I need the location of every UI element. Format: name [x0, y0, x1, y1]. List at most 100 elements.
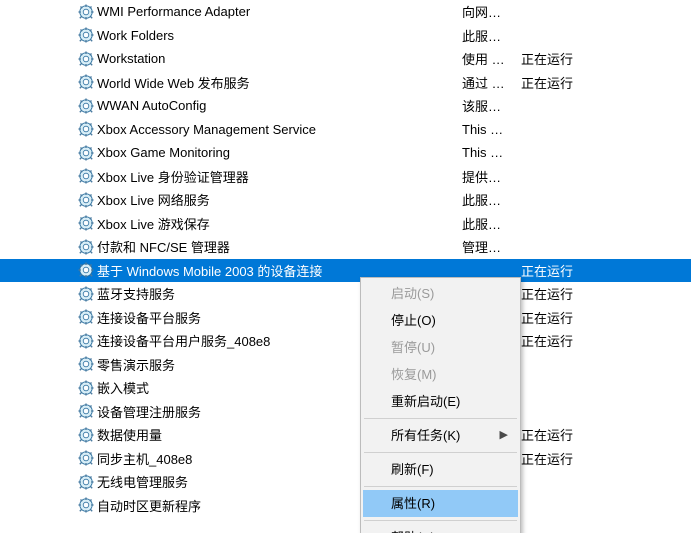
service-row[interactable]: 连接设备平台用户服务_408e8正在运行 — [0, 329, 691, 353]
service-gear-icon — [78, 121, 94, 137]
service-icon-cell — [0, 356, 97, 372]
service-icon-cell — [0, 380, 97, 396]
service-description: 向网… — [462, 2, 521, 21]
service-row[interactable]: 基于 Windows Mobile 2003 的设备连接正在运行 — [0, 259, 691, 283]
service-gear-icon — [78, 309, 94, 325]
service-gear-icon — [78, 98, 94, 114]
service-status: 正在运行 — [521, 261, 691, 280]
menu-separator — [364, 486, 517, 487]
context-menu: 启动(S) 停止(O) 暂停(U) 恢复(M) 重新启动(E) 所有任务(K) … — [360, 277, 521, 533]
menu-restart[interactable]: 重新启动(E) — [363, 388, 518, 415]
service-name: Work Folders — [97, 28, 462, 43]
service-row[interactable]: 无线电管理服务 — [0, 470, 691, 494]
service-row[interactable]: World Wide Web 发布服务通过 …正在运行 — [0, 71, 691, 95]
service-row[interactable]: Work Folders此服… — [0, 24, 691, 48]
service-name: Xbox Accessory Management Service — [97, 122, 462, 137]
service-status: 正在运行 — [521, 49, 691, 68]
menu-separator — [364, 418, 517, 419]
service-gear-icon — [78, 239, 94, 255]
menu-pause[interactable]: 暂停(U) — [363, 334, 518, 361]
menu-separator — [364, 452, 517, 453]
menu-all-tasks[interactable]: 所有任务(K) ▶ — [363, 422, 518, 449]
service-gear-icon — [78, 403, 94, 419]
service-name: Workstation — [97, 51, 462, 66]
service-row[interactable]: 零售演示服务 — [0, 353, 691, 377]
menu-help[interactable]: 帮助(H) — [363, 524, 518, 533]
service-status: 正在运行 — [521, 73, 691, 92]
service-status: 正在运行 — [521, 331, 691, 350]
service-status: 正在运行 — [521, 449, 691, 468]
service-row[interactable]: Xbox Live 网络服务此服… — [0, 188, 691, 212]
service-gear-icon — [78, 427, 94, 443]
service-gear-icon — [78, 215, 94, 231]
service-row[interactable]: Xbox Game MonitoringThis … — [0, 141, 691, 165]
service-row[interactable]: 连接设备平台服务正在运行 — [0, 306, 691, 330]
service-gear-icon — [78, 380, 94, 396]
service-name: Xbox Live 游戏保存 — [97, 214, 462, 233]
service-gear-icon — [78, 168, 94, 184]
service-description: 提供… — [462, 167, 521, 186]
service-row[interactable]: Xbox Live 游戏保存此服… — [0, 212, 691, 236]
service-description: 该服… — [462, 96, 521, 115]
service-icon-cell — [0, 309, 97, 325]
service-gear-icon — [78, 474, 94, 490]
service-gear-icon — [78, 450, 94, 466]
service-gear-icon — [78, 333, 94, 349]
service-gear-icon — [78, 4, 94, 20]
service-row[interactable]: Workstation使用 …正在运行 — [0, 47, 691, 71]
menu-stop[interactable]: 停止(O) — [363, 307, 518, 334]
service-gear-icon — [78, 74, 94, 90]
service-icon-cell — [0, 239, 97, 255]
service-row[interactable]: 嵌入模式 — [0, 376, 691, 400]
service-gear-icon — [78, 286, 94, 302]
service-gear-icon — [78, 145, 94, 161]
service-icon-cell — [0, 121, 97, 137]
service-name: WWAN AutoConfig — [97, 98, 462, 113]
service-gear-icon — [78, 497, 94, 513]
service-description: 此服… — [462, 26, 521, 45]
service-icon-cell — [0, 262, 97, 278]
service-status: 正在运行 — [521, 284, 691, 303]
service-name: Xbox Live 身份验证管理器 — [97, 167, 462, 186]
service-description: 管理… — [462, 237, 521, 256]
service-icon-cell — [0, 168, 97, 184]
menu-all-tasks-label: 所有任务(K) — [391, 428, 460, 443]
service-row[interactable]: 同步主机_408e8正在运行 — [0, 447, 691, 471]
service-name: Xbox Live 网络服务 — [97, 190, 462, 209]
service-icon-cell — [0, 4, 97, 20]
service-status: 正在运行 — [521, 425, 691, 444]
service-row[interactable]: WMI Performance Adapter向网… — [0, 0, 691, 24]
service-icon-cell — [0, 215, 97, 231]
service-icon-cell — [0, 497, 97, 513]
service-row[interactable]: 付款和 NFC/SE 管理器管理… — [0, 235, 691, 259]
service-row[interactable]: Xbox Accessory Management ServiceThis … — [0, 118, 691, 142]
service-icon-cell — [0, 333, 97, 349]
menu-refresh[interactable]: 刷新(F) — [363, 456, 518, 483]
menu-resume[interactable]: 恢复(M) — [363, 361, 518, 388]
service-icon-cell — [0, 27, 97, 43]
menu-properties[interactable]: 属性(R) — [363, 490, 518, 517]
service-row[interactable]: WWAN AutoConfig该服… — [0, 94, 691, 118]
service-icon-cell — [0, 427, 97, 443]
service-icon-cell — [0, 98, 97, 114]
service-row[interactable]: Xbox Live 身份验证管理器提供… — [0, 165, 691, 189]
service-row[interactable]: 自动时区更新程序 — [0, 494, 691, 518]
submenu-arrow-icon: ▶ — [500, 422, 508, 449]
service-name: 付款和 NFC/SE 管理器 — [97, 237, 462, 256]
service-name: World Wide Web 发布服务 — [97, 73, 462, 92]
menu-start[interactable]: 启动(S) — [363, 280, 518, 307]
service-row[interactable]: 数据使用量正在运行 — [0, 423, 691, 447]
service-icon-cell — [0, 450, 97, 466]
service-status: 正在运行 — [521, 308, 691, 327]
service-row[interactable]: 蓝牙支持服务正在运行 — [0, 282, 691, 306]
service-name: Xbox Game Monitoring — [97, 145, 462, 160]
service-icon-cell — [0, 403, 97, 419]
service-description: 使用 … — [462, 49, 521, 68]
service-description: 通过 … — [462, 73, 521, 92]
service-icon-cell — [0, 74, 97, 90]
service-description: This … — [462, 122, 521, 137]
menu-separator — [364, 520, 517, 521]
service-description: 此服… — [462, 190, 521, 209]
service-row[interactable]: 设备管理注册服务 — [0, 400, 691, 424]
service-icon-cell — [0, 286, 97, 302]
